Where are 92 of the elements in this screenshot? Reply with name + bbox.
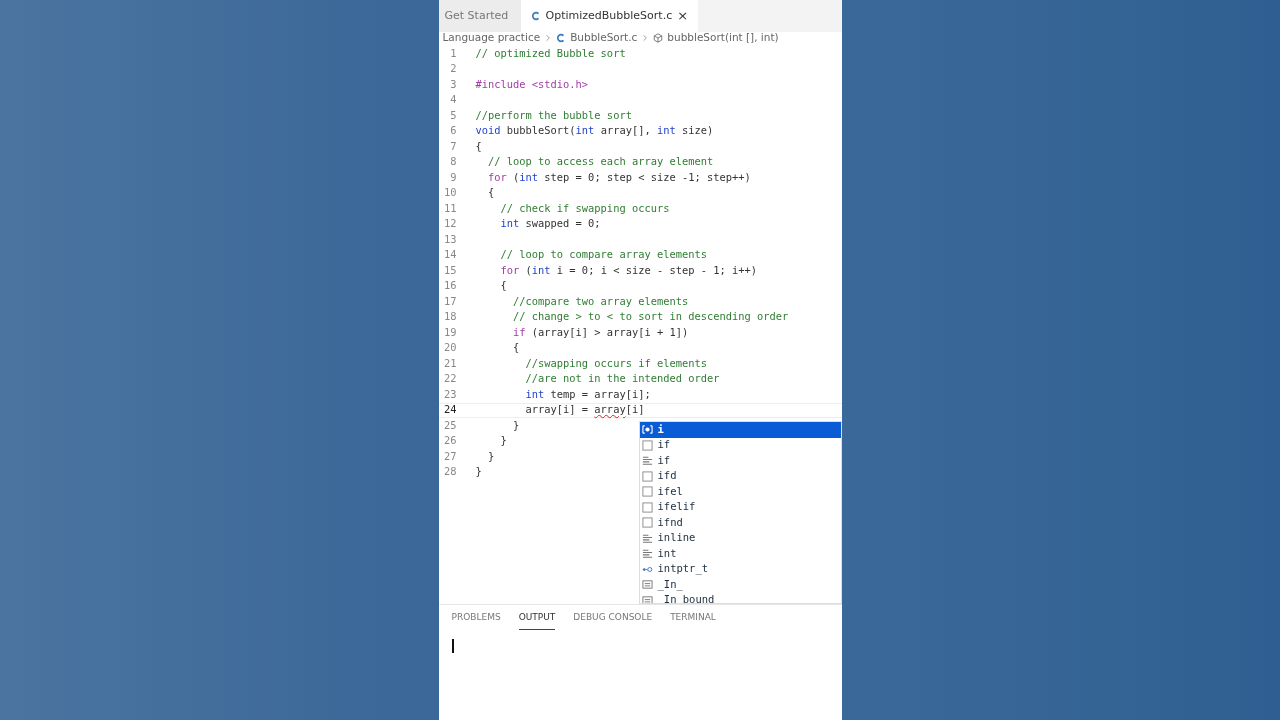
line-number: 1 bbox=[449, 45, 457, 61]
code-line: // optimized Bubble sort bbox=[475, 45, 626, 61]
text-box-icon bbox=[641, 579, 653, 591]
lines-icon bbox=[641, 455, 653, 467]
line-number: 28 bbox=[443, 464, 457, 480]
lines-icon bbox=[641, 548, 653, 560]
code-line: for (int i = 0; i < size - step - 1; i++) bbox=[499, 262, 758, 278]
panel-tab[interactable]: DEBUG CONSOLE bbox=[573, 607, 653, 630]
line-number: 14 bbox=[443, 247, 457, 263]
line-number: 21 bbox=[443, 355, 457, 371]
line-number: 11 bbox=[443, 200, 457, 216]
panel-tab[interactable]: PROBLEMS bbox=[451, 607, 501, 630]
code-line: // loop to compare array elements bbox=[499, 247, 707, 263]
line-number: 16 bbox=[443, 278, 457, 294]
breadcrumb-item[interactable]: Language practice bbox=[442, 30, 541, 46]
code-line: //perform the bubble sort bbox=[475, 107, 632, 123]
suggestion-item[interactable]: ifelif bbox=[639, 499, 841, 515]
code-line: int swapped = 0; bbox=[499, 216, 601, 232]
code-line: if (array[i] > array[i + 1]) bbox=[512, 324, 689, 340]
code-line: { bbox=[512, 340, 520, 356]
code-line: void bubbleSort(int array[], int size) bbox=[475, 123, 714, 139]
code-line: { bbox=[487, 185, 495, 201]
suggestion-item[interactable]: inline bbox=[639, 530, 841, 546]
line-number: 26 bbox=[443, 433, 457, 449]
code-line: { bbox=[499, 278, 507, 294]
line-number: 15 bbox=[443, 262, 457, 278]
editor-tab[interactable]: OptimizedBubbleSort.c × bbox=[520, 0, 699, 32]
variable-icon bbox=[641, 424, 653, 436]
line-number: 8 bbox=[449, 154, 457, 170]
line-number: 22 bbox=[443, 371, 457, 387]
line-number: 9 bbox=[449, 169, 457, 185]
c-file-icon bbox=[556, 33, 567, 43]
panel-tab[interactable]: TERMINAL bbox=[670, 607, 716, 630]
lines-icon bbox=[641, 532, 653, 544]
chevron-icon bbox=[544, 34, 553, 42]
line-number: 25 bbox=[443, 417, 457, 433]
line-number: 24 bbox=[443, 402, 457, 418]
line-number: 3 bbox=[449, 76, 457, 92]
line-number: 10 bbox=[443, 185, 457, 201]
c-file-icon bbox=[530, 11, 541, 21]
editor-tab[interactable]: Get Started bbox=[438, 0, 521, 32]
line-number: 17 bbox=[443, 293, 457, 309]
suggestion-item[interactable]: ifel bbox=[639, 484, 841, 500]
close-button[interactable]: × bbox=[677, 6, 689, 26]
square-icon bbox=[641, 501, 653, 513]
code-line: //swapping occurs if elements bbox=[524, 355, 707, 371]
panel-tab[interactable]: OUTPUT bbox=[518, 607, 556, 630]
code-line: //compare two array elements bbox=[512, 293, 689, 309]
code-line: { bbox=[475, 138, 482, 154]
code-line: } bbox=[475, 464, 482, 480]
code-line: #include <stdio.h> bbox=[475, 76, 589, 92]
text-cursor bbox=[451, 638, 454, 653]
line-number: 27 bbox=[443, 448, 457, 464]
cube-icon bbox=[653, 33, 664, 43]
code-line: } bbox=[499, 433, 507, 449]
suggestion-item[interactable]: _In_ bbox=[639, 577, 841, 593]
suggestion-item[interactable]: i bbox=[639, 422, 841, 438]
suggestion-item[interactable]: ifd bbox=[639, 468, 841, 484]
suggestion-item[interactable]: int bbox=[639, 546, 841, 562]
code-line: array[i] = array[i] bbox=[524, 402, 645, 418]
line-number: 6 bbox=[449, 123, 457, 139]
line-number: 19 bbox=[443, 324, 457, 340]
code-line: // check if swapping occurs bbox=[499, 200, 670, 216]
line-number: 23 bbox=[443, 386, 457, 402]
line-number: 2 bbox=[449, 61, 457, 77]
code-line: } bbox=[512, 417, 520, 433]
code-line: //are not in the intended order bbox=[524, 371, 720, 387]
suggestion-item[interactable]: intptr_t bbox=[639, 561, 841, 577]
chevron-icon bbox=[641, 34, 650, 42]
code-line: } bbox=[487, 448, 495, 464]
line-number: 20 bbox=[443, 340, 457, 356]
code-line: // change > to < to sort in descending order bbox=[512, 309, 789, 325]
code-line: for (int step = 0; step < size -1; step++) bbox=[487, 169, 751, 185]
suggestion-item[interactable]: if bbox=[639, 453, 841, 469]
line-number: 18 bbox=[443, 309, 457, 325]
breadcrumb-item[interactable]: BubbleSort.c bbox=[570, 30, 638, 46]
line-number: 13 bbox=[443, 231, 457, 247]
code-line: int temp = array[i]; bbox=[524, 386, 651, 402]
code-line: // loop to access each array element bbox=[487, 154, 714, 170]
square-icon bbox=[641, 486, 653, 498]
line-number: 5 bbox=[449, 107, 457, 123]
suggestion-item[interactable]: In bound bbox=[639, 592, 841, 603]
suggestion-item[interactable]: ifnd bbox=[639, 515, 841, 531]
breadcrumb-item[interactable]: bubbleSort(int [], int) bbox=[667, 30, 779, 46]
square-icon bbox=[641, 517, 653, 529]
line-number: 4 bbox=[449, 92, 457, 108]
text-box-icon bbox=[641, 594, 653, 603]
suggestion-item[interactable]: if bbox=[639, 437, 841, 453]
square-icon bbox=[641, 439, 653, 451]
line-number: 7 bbox=[449, 138, 457, 154]
square-icon bbox=[641, 470, 653, 482]
line-number: 12 bbox=[443, 216, 457, 232]
